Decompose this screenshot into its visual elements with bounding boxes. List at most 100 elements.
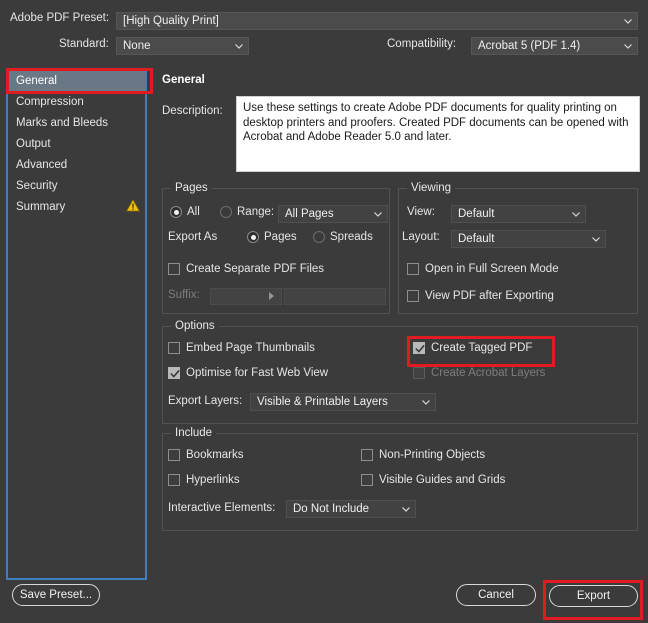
compatibility-select[interactable]: Acrobat 5 (PDF 1.4) xyxy=(471,37,638,55)
adobe-pdf-preset-row: Adobe PDF Preset: xyxy=(10,12,109,24)
adobe-pdf-preset-select[interactable]: [High Quality Print] xyxy=(116,12,638,30)
checkbox-indicator xyxy=(168,367,180,379)
optimise-fast-web-view-label: Optimise for Fast Web View xyxy=(186,367,329,379)
cancel-button[interactable]: Cancel xyxy=(456,584,536,606)
warning-icon xyxy=(126,199,140,212)
chevron-down-icon xyxy=(422,400,430,405)
options-legend: Options xyxy=(171,320,219,332)
compatibility-label: Compatibility: xyxy=(387,38,457,50)
sidebar-item-advanced[interactable]: Advanced xyxy=(8,154,146,175)
export-as-spreads-radio[interactable]: Spreads xyxy=(313,231,373,243)
radio-indicator xyxy=(170,206,182,218)
create-acrobat-layers-checkbox: Create Acrobat Layers xyxy=(413,367,545,379)
standard-value: None xyxy=(123,40,151,52)
pages-legend: Pages xyxy=(171,182,212,194)
include-legend: Include xyxy=(171,427,217,439)
chevron-down-icon xyxy=(402,507,410,512)
pages-all-radio[interactable]: All xyxy=(170,206,200,218)
layout-label-wrap: Layout: xyxy=(402,231,440,243)
hyperlinks-checkbox[interactable]: Hyperlinks xyxy=(168,474,240,486)
radio-indicator xyxy=(247,231,259,243)
layout-select[interactable]: Default xyxy=(451,230,606,248)
checkbox-indicator xyxy=(407,263,419,275)
export-as-pages-radio[interactable]: Pages xyxy=(247,231,297,243)
pages-range-radio[interactable]: Range: xyxy=(220,206,274,218)
view-pdf-after-export-checkbox[interactable]: View PDF after Exporting xyxy=(407,290,554,302)
interactive-elements-label: Interactive Elements: xyxy=(168,502,276,514)
interactive-elements-select[interactable]: Do Not Include xyxy=(286,500,416,518)
sidebar-item-label: Advanced xyxy=(16,158,68,171)
pages-all-label: All xyxy=(187,206,200,218)
radio-indicator xyxy=(313,231,325,243)
sidebar-item-label: General xyxy=(16,74,57,87)
create-acrobat-layers-label: Create Acrobat Layers xyxy=(431,367,546,379)
open-full-screen-label: Open in Full Screen Mode xyxy=(425,263,559,275)
sidebar-item-general[interactable]: General xyxy=(8,70,146,91)
adobe-pdf-preset-label: Adobe PDF Preset: xyxy=(10,12,110,24)
standard-row: Standard: xyxy=(59,38,109,50)
viewing-legend: Viewing xyxy=(407,182,456,194)
compatibility-value: Acrobat 5 (PDF 1.4) xyxy=(478,40,581,52)
sidebar-item-label: Marks and Bleeds xyxy=(16,116,109,129)
play-arrow-icon xyxy=(269,292,274,300)
bookmarks-checkbox[interactable]: Bookmarks xyxy=(168,449,244,461)
checkbox-indicator xyxy=(168,342,180,354)
settings-category-list[interactable]: General Compression Marks and Bleeds Out… xyxy=(8,70,146,578)
sidebar-item-label: Security xyxy=(16,179,58,192)
page-title: General xyxy=(162,74,205,86)
sidebar-item-security[interactable]: Security xyxy=(8,175,146,196)
suffix-label: Suffix: xyxy=(168,289,200,301)
pdf-export-dialog: Adobe PDF Preset: [High Quality Print] S… xyxy=(0,0,648,623)
view-label-wrap: View: xyxy=(407,206,435,218)
chevron-down-icon xyxy=(624,19,632,24)
export-label: Export xyxy=(576,590,611,602)
embed-page-thumbnails-label: Embed Page Thumbnails xyxy=(186,342,315,354)
checkbox-indicator xyxy=(413,342,425,354)
sidebar-item-marks-and-bleeds[interactable]: Marks and Bleeds xyxy=(8,112,146,133)
visible-guides-grids-label: Visible Guides and Grids xyxy=(379,474,506,486)
checkbox-indicator xyxy=(413,367,425,379)
sidebar-item-summary[interactable]: Summary xyxy=(8,196,146,217)
save-preset-label: Save Preset... xyxy=(19,589,93,601)
layout-label: Layout: xyxy=(402,231,440,243)
export-layers-label: Export Layers: xyxy=(168,395,243,407)
create-tagged-pdf-label: Create Tagged PDF xyxy=(431,342,533,354)
checkbox-indicator xyxy=(168,474,180,486)
embed-page-thumbnails-checkbox[interactable]: Embed Page Thumbnails xyxy=(168,342,315,354)
sidebar-item-label: Compression xyxy=(16,95,84,108)
checkbox-indicator xyxy=(407,290,419,302)
adobe-pdf-preset-value: [High Quality Print] xyxy=(123,15,219,27)
standard-select[interactable]: None xyxy=(116,37,249,55)
checkbox-indicator xyxy=(361,449,373,461)
pages-range-value: All Pages xyxy=(285,208,334,220)
preset-header: Adobe PDF Preset: [High Quality Print] S… xyxy=(0,0,648,62)
checkbox-indicator xyxy=(168,449,180,461)
hyperlinks-label: Hyperlinks xyxy=(186,474,240,486)
description-text: Use these settings to create Adobe PDF d… xyxy=(236,96,640,172)
sidebar-item-compression[interactable]: Compression xyxy=(8,91,146,112)
suffix-secondary-input xyxy=(284,288,386,305)
compatibility-row: Compatibility: xyxy=(387,38,456,50)
save-preset-button[interactable]: Save Preset... xyxy=(12,584,100,606)
open-full-screen-checkbox[interactable]: Open in Full Screen Mode xyxy=(407,263,559,275)
optimise-fast-web-view-checkbox[interactable]: Optimise for Fast Web View xyxy=(168,367,328,379)
chevron-down-icon xyxy=(235,44,243,49)
visible-guides-grids-checkbox[interactable]: Visible Guides and Grids xyxy=(361,474,505,486)
export-layers-select[interactable]: Visible & Printable Layers xyxy=(250,393,436,411)
non-printing-objects-checkbox[interactable]: Non-Printing Objects xyxy=(361,449,485,461)
create-separate-pdf-checkbox[interactable]: Create Separate PDF Files xyxy=(168,263,324,275)
view-select[interactable]: Default xyxy=(451,205,586,223)
export-button[interactable]: Export xyxy=(549,585,638,607)
interactive-elements-value: Do Not Include xyxy=(293,503,370,515)
description-label: Description: xyxy=(162,105,223,117)
sidebar-item-label: Output xyxy=(16,137,51,150)
pages-range-select[interactable]: All Pages xyxy=(278,205,388,223)
sidebar-item-output[interactable]: Output xyxy=(8,133,146,154)
chevron-down-icon xyxy=(592,237,600,242)
pages-range-label: Range: xyxy=(237,206,275,218)
create-separate-pdf-label: Create Separate PDF Files xyxy=(186,263,325,275)
chevron-down-icon xyxy=(374,212,382,217)
create-tagged-pdf-checkbox[interactable]: Create Tagged PDF xyxy=(413,342,532,354)
chevron-down-icon xyxy=(572,212,580,217)
export-as-label: Export As xyxy=(168,231,218,243)
